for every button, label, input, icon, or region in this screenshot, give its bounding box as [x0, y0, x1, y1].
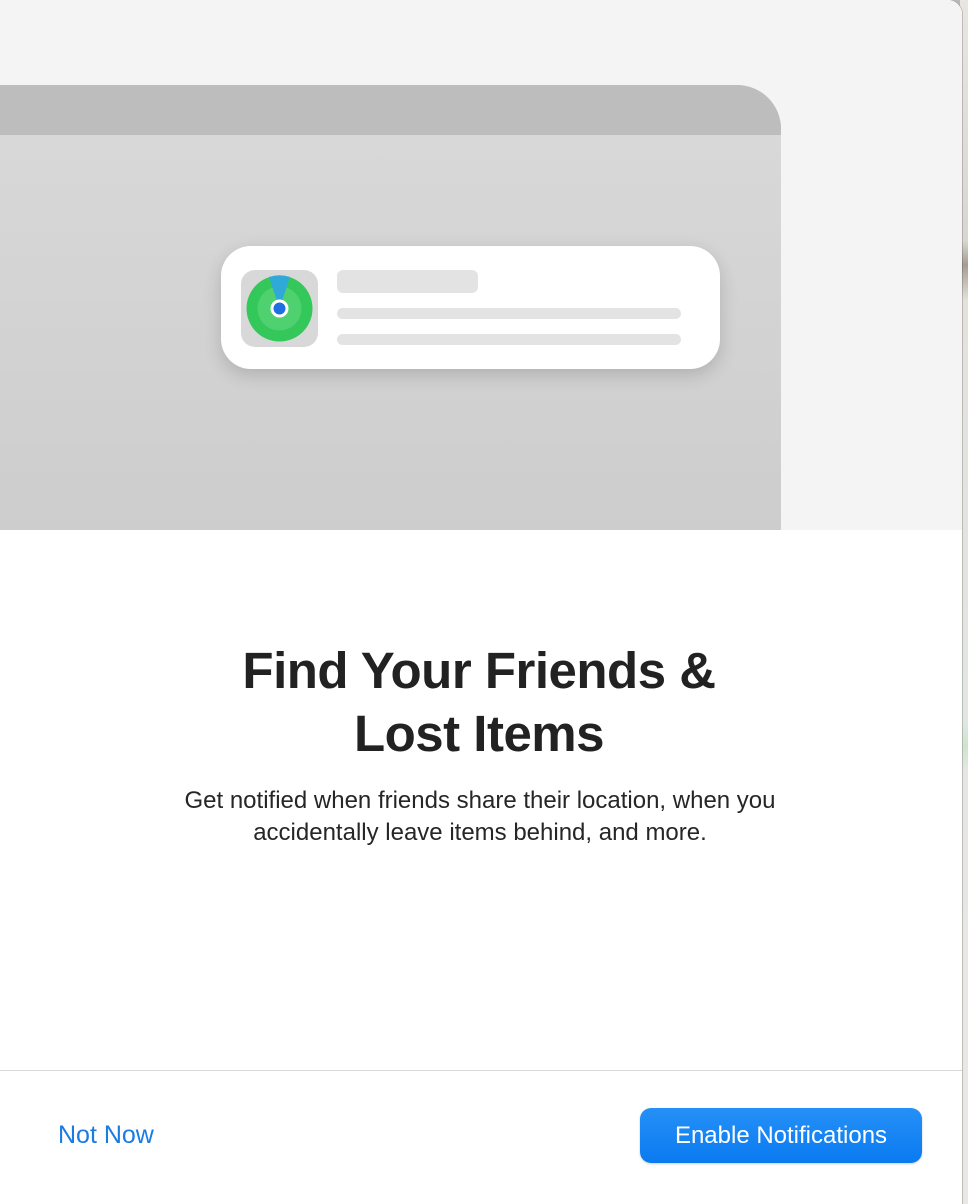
- placeholder-text-line: [337, 308, 681, 319]
- notifications-onboarding-dialog: Find Your Friends & Lost Items Get notif…: [0, 0, 962, 1204]
- illustration-window: [0, 85, 781, 530]
- illustration-titlebar: [0, 85, 781, 135]
- illustration-window-body: [0, 135, 781, 530]
- hero-illustration: [0, 0, 962, 530]
- dialog-heading: Find Your Friends & Lost Items: [0, 639, 958, 765]
- illustration-notification-banner: [221, 246, 720, 369]
- find-my-icon: [241, 270, 318, 347]
- dialog-footer: Not Now Enable Notifications: [0, 1071, 962, 1204]
- placeholder-text-line: [337, 334, 681, 345]
- description-line-1: Get notified when friends share their lo…: [184, 787, 776, 814]
- not-now-button[interactable]: Not Now: [58, 1121, 154, 1150]
- enable-notifications-button[interactable]: Enable Notifications: [640, 1108, 922, 1163]
- description-line-2: accidentally leave items behind, and mor…: [253, 819, 707, 846]
- placeholder-title-bar: [337, 270, 478, 293]
- dialog-content: Find Your Friends & Lost Items Get notif…: [0, 530, 962, 1070]
- heading-line-2: Lost Items: [353, 705, 605, 763]
- dialog-description: Get notified when friends share their lo…: [0, 785, 960, 849]
- heading-line-1: Find Your Friends &: [242, 642, 716, 700]
